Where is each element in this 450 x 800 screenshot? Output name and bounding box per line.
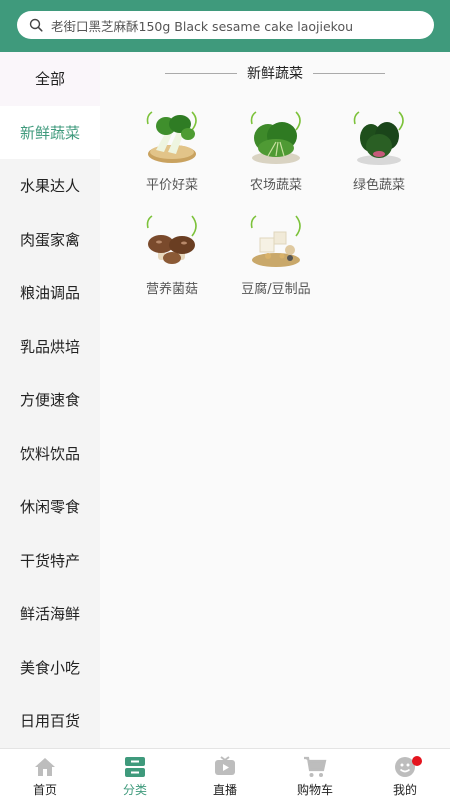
sidebar-item-label: 方便速食 [19, 391, 80, 410]
subcategory-farm-vegetables[interactable]: 农场蔬菜 [226, 108, 326, 198]
mushroom-image [146, 215, 197, 264]
tab-label: 直播 [212, 783, 237, 797]
sidebar-item-label: 休闲零食 [19, 498, 80, 517]
sidebar-item-snacks[interactable]: 休闲零食 [0, 480, 100, 534]
sidebar-item-label: 粮油调品 [19, 284, 80, 303]
tab-category[interactable]: 分类 [90, 749, 180, 800]
spinach-image [353, 111, 404, 165]
sidebar-item-label: 全部 [34, 70, 65, 89]
sidebar-item-fresh-vegetables[interactable]: 新鲜蔬菜 [0, 105, 100, 159]
tab-live[interactable]: 直播 [180, 749, 270, 800]
tofu-image [250, 215, 301, 267]
sidebar-item-instant-food[interactable]: 方便速食 [0, 373, 100, 427]
tab-label: 分类 [122, 783, 147, 797]
bok-choy-image [146, 111, 197, 163]
search-icon [29, 18, 43, 32]
tab-cart[interactable]: 购物车 [270, 749, 360, 800]
sidebar-item-label: 肉蛋家禽 [19, 230, 80, 249]
tab-home[interactable]: 首页 [0, 749, 90, 800]
bottom-tab-bar: 首页 分类 直播 购物车 我的 [0, 748, 450, 800]
sidebar-item-daily-goods[interactable]: 日用百货 [0, 694, 100, 748]
sidebar-item-live-seafood[interactable]: 鲜活海鲜 [0, 587, 100, 641]
subcategory-label: 绿色蔬菜 [352, 178, 405, 193]
sidebar-item-meat-eggs-poultry[interactable]: 肉蛋家禽 [0, 213, 100, 267]
subcategory-label: 农场蔬菜 [249, 178, 302, 193]
divider [313, 72, 385, 74]
sidebar-item-food-snacks[interactable]: 美食小吃 [0, 641, 100, 695]
subcategory-tofu-products[interactable]: 豆腐/豆制品 [226, 212, 326, 302]
sidebar-item-dairy-bakery[interactable]: 乳品烘培 [0, 320, 100, 374]
divider [165, 72, 237, 74]
tab-label: 首页 [32, 783, 57, 797]
search-bar[interactable]: 老街口黑芝麻酥150g Black sesame cake laojiekou [17, 11, 434, 39]
sidebar-item-grain-oil-condiments[interactable]: 粮油调品 [0, 266, 100, 320]
tab-label: 购物车 [296, 783, 333, 797]
subcategory-label: 豆腐/豆制品 [241, 282, 311, 297]
sidebar-item-label: 新鲜蔬菜 [19, 123, 80, 142]
sidebar-item-drinks[interactable]: 饮料饮品 [0, 427, 100, 481]
category-icon [125, 757, 145, 777]
subcategory-label: 营养菌菇 [145, 282, 198, 297]
tab-label: 我的 [392, 783, 417, 797]
top-header: 老街口黑芝麻酥150g Black sesame cake laojiekou [0, 0, 450, 52]
subcategory-mushrooms[interactable]: 营养菌菇 [122, 212, 222, 302]
search-placeholder: 老街口黑芝麻酥150g Black sesame cake laojiekou [51, 18, 354, 34]
category-sidebar: 全部 新鲜蔬菜 水果达人 肉蛋家禽 粮油调品 乳品烘培 方便速食 饮料饮品 休闲… [0, 52, 100, 748]
sidebar-item-label: 乳品烘培 [19, 337, 80, 356]
notification-badge [412, 756, 422, 766]
section-title: 新鲜蔬菜 [247, 66, 303, 82]
sidebar-item-label: 日用百货 [19, 712, 80, 731]
sidebar-item-label: 干货特产 [19, 551, 80, 570]
sidebar-item-label: 水果达人 [19, 177, 80, 196]
sidebar-item-dried-specialties[interactable]: 干货特产 [0, 534, 100, 588]
category-content: 新鲜蔬菜 平价好菜 农场蔬菜 绿色蔬菜 营养菌菇 豆腐/豆制品 [100, 52, 450, 748]
subcategory-label: 平价好菜 [145, 178, 198, 193]
sidebar-item-fruits[interactable]: 水果达人 [0, 159, 100, 213]
leafy-greens-image [250, 111, 301, 164]
home-icon [35, 758, 55, 776]
sidebar-item-label: 鲜活海鲜 [19, 605, 80, 624]
section-header: 新鲜蔬菜 [100, 62, 450, 84]
tab-profile[interactable]: 我的 [360, 749, 450, 800]
sidebar-item-label: 美食小吃 [19, 658, 80, 677]
subcategory-green-vegetables[interactable]: 绿色蔬菜 [329, 108, 429, 198]
sidebar-item-label: 饮料饮品 [19, 444, 80, 463]
live-icon [215, 756, 235, 775]
sidebar-item-all[interactable]: 全部 [0, 52, 100, 106]
subcategory-cheap-vegetables[interactable]: 平价好菜 [122, 108, 222, 198]
cart-icon [304, 756, 327, 777]
